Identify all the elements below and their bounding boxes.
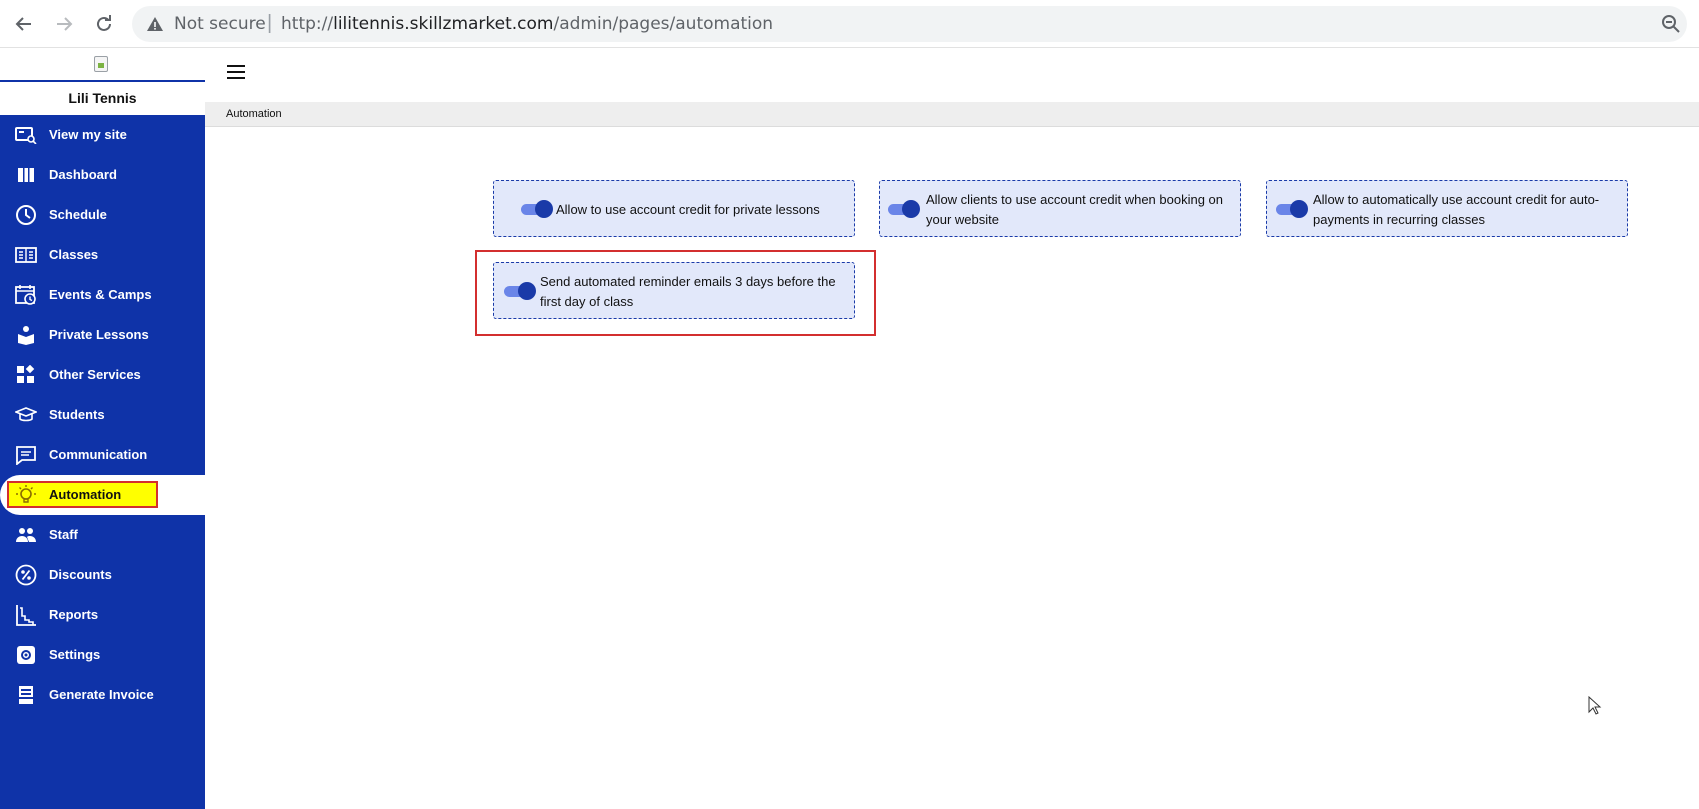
sidebar-item-view-my-site[interactable]: View my site bbox=[0, 115, 205, 155]
settings-icon bbox=[15, 645, 37, 665]
reload-button[interactable] bbox=[90, 10, 118, 38]
browser-toolbar: Not secure | http://lilitennis.skillzmar… bbox=[0, 0, 1699, 48]
reports-icon bbox=[15, 605, 37, 626]
arrow-left-icon bbox=[15, 17, 31, 31]
mouse-cursor-icon bbox=[1588, 695, 1602, 721]
sidebar-item-dashboard[interactable]: Dashboard bbox=[0, 155, 205, 195]
toggle-switch[interactable] bbox=[521, 200, 553, 218]
hamburger-menu-icon[interactable] bbox=[227, 65, 245, 81]
sidebar-item-label: Discounts bbox=[49, 567, 112, 582]
lightbulb-icon bbox=[15, 485, 37, 505]
sidebar-item-label: Settings bbox=[49, 647, 101, 662]
sidebar-item-settings[interactable]: Settings bbox=[0, 635, 205, 675]
sidebar-item-schedule[interactable]: Schedule bbox=[0, 195, 205, 235]
setting-card: Allow to automatically use account credi… bbox=[1266, 180, 1628, 237]
calendar-clock-icon bbox=[15, 285, 37, 305]
private-lesson-icon bbox=[15, 325, 37, 345]
sidebar-item-label: Classes bbox=[49, 247, 99, 262]
sidebar-item-label: Schedule bbox=[49, 207, 107, 222]
brand-name: Lili Tennis bbox=[68, 90, 137, 106]
brand-divider bbox=[0, 80, 205, 82]
sidebar-item-label: Automation bbox=[49, 487, 122, 502]
clock-icon bbox=[15, 205, 37, 225]
sidebar-item-students[interactable]: Students bbox=[0, 395, 205, 435]
security-label[interactable]: Not secure bbox=[174, 14, 266, 34]
forward-button[interactable] bbox=[50, 10, 78, 38]
reload-icon bbox=[97, 15, 111, 31]
url-separator: | bbox=[267, 12, 273, 34]
sidebar-item-label: Reports bbox=[49, 607, 99, 622]
sidebar-item-label: Students bbox=[49, 407, 105, 422]
setting-label: Send automated reminder emails 3 days be… bbox=[540, 273, 836, 309]
sidebar-item-label: View my site bbox=[49, 127, 127, 142]
url-text[interactable]: http://lilitennis.skillzmarket.com/admin… bbox=[281, 14, 773, 34]
sidebar-item-label: Events & Camps bbox=[49, 287, 152, 302]
setting-label: Allow clients to use account credit when… bbox=[926, 191, 1224, 227]
url-path: /admin/pages/automation bbox=[553, 14, 774, 34]
sidebar-item-communication[interactable]: Communication bbox=[0, 435, 205, 475]
address-bar[interactable]: Not secure | http://lilitennis.skillzmar… bbox=[132, 6, 1687, 42]
toggle-switch[interactable] bbox=[504, 282, 536, 300]
sidebar-item-other-services[interactable]: Other Services bbox=[0, 355, 205, 395]
classes-icon bbox=[15, 245, 37, 265]
sidebar-menu: View my site Dashboard Schedule Classes … bbox=[0, 115, 205, 715]
back-button[interactable] bbox=[10, 10, 38, 38]
url-scheme: http:// bbox=[281, 14, 334, 34]
setting-card: Allow clients to use account credit when… bbox=[879, 180, 1241, 237]
sidebar-item-automation[interactable]: Automation bbox=[0, 475, 205, 515]
setting-card: Send automated reminder emails 3 days be… bbox=[493, 262, 855, 319]
dashboard-icon bbox=[15, 165, 37, 185]
setting-label: Allow to automatically use account credi… bbox=[1313, 191, 1600, 227]
sidebar-item-generate-invoice[interactable]: Generate Invoice bbox=[0, 675, 205, 715]
sidebar-item-events-camps[interactable]: Events & Camps bbox=[0, 275, 205, 315]
toggle-switch[interactable] bbox=[888, 200, 920, 218]
sidebar-item-label: Other Services bbox=[49, 367, 141, 382]
warning-icon bbox=[146, 15, 164, 38]
breadcrumb: Automation bbox=[205, 102, 1699, 127]
top-bar bbox=[205, 48, 1699, 102]
sidebar: Lili Tennis View my site Dashboard Sched… bbox=[0, 48, 205, 809]
brand-header: Lili Tennis bbox=[0, 48, 205, 115]
view-site-icon bbox=[15, 125, 37, 145]
sidebar-item-label: Staff bbox=[49, 527, 78, 542]
toggle-switch[interactable] bbox=[1276, 200, 1308, 218]
sidebar-item-label: Dashboard bbox=[49, 167, 117, 182]
breadcrumb-current: Automation bbox=[226, 108, 282, 120]
zoom-icon[interactable] bbox=[1661, 14, 1681, 39]
sidebar-item-classes[interactable]: Classes bbox=[0, 235, 205, 275]
people-icon bbox=[15, 525, 37, 545]
sidebar-item-label: Generate Invoice bbox=[49, 687, 154, 702]
sidebar-item-staff[interactable]: Staff bbox=[0, 515, 205, 555]
sidebar-item-discounts[interactable]: Discounts bbox=[0, 555, 205, 595]
sidebar-item-label: Communication bbox=[49, 447, 148, 462]
services-icon bbox=[15, 365, 37, 385]
setting-card: Allow to use account credit for private … bbox=[493, 180, 855, 237]
sidebar-item-label: Private Lessons bbox=[49, 327, 149, 342]
broken-image-icon bbox=[94, 56, 108, 72]
sidebar-item-reports[interactable]: Reports bbox=[0, 595, 205, 635]
graduation-cap-icon bbox=[15, 405, 37, 425]
invoice-icon bbox=[15, 685, 37, 705]
percent-icon bbox=[15, 564, 37, 586]
message-icon bbox=[15, 445, 37, 465]
url-host: lilitennis.skillzmarket.com bbox=[333, 14, 554, 34]
main-content: Automation Allow to use account credit f… bbox=[205, 48, 1699, 809]
sidebar-item-private-lessons[interactable]: Private Lessons bbox=[0, 315, 205, 355]
setting-label: Allow to use account credit for private … bbox=[556, 201, 820, 217]
arrow-right-icon bbox=[57, 17, 73, 31]
